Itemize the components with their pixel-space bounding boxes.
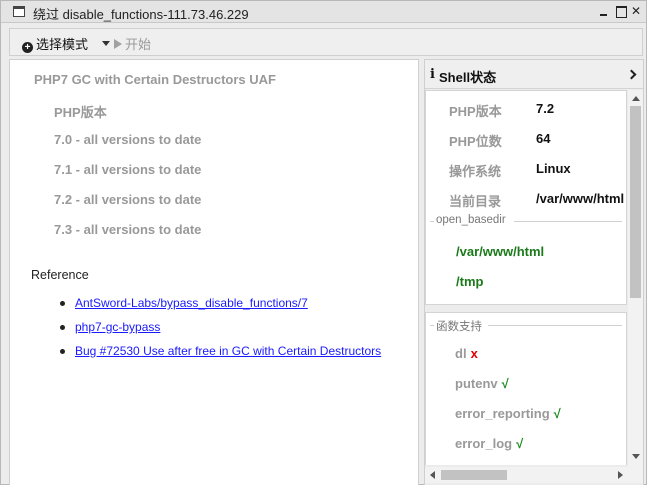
scrollbar-thumb[interactable] [441,470,507,480]
version-item: 7.1 - all versions to date [54,162,202,177]
play-icon [114,39,122,49]
info-value: Linux [536,161,571,176]
info-key: 当前目录 [449,194,502,209]
info-value: 64 [536,131,551,146]
shell-status-body: PHP版本 7.2 PHP位数 64 操作系统 Linux 当前目录 /var/… [425,90,627,465]
select-mode-label: 选择模式 [36,37,89,52]
function-item: error_log √ [455,436,523,451]
bypass-window: 绕过 disable_functions-111.73.46.229 ✕ + 选择… [0,0,647,485]
info-key: PHP版本 [449,104,502,119]
php-version-heading: PHP版本 [54,105,107,120]
chevron-right-icon[interactable] [626,69,637,80]
divider [514,221,622,222]
info-key: PHP位数 [449,134,502,149]
version-item: 7.0 - all versions to date [54,132,202,147]
horizontal-scrollbar[interactable] [425,467,643,483]
function-name: error_log [455,436,513,451]
function-name: putenv [455,376,498,391]
scrollbar-thumb[interactable] [630,106,641,298]
reference-heading: Reference [31,268,89,282]
supported-icon: √ [501,376,509,391]
window-icon [13,6,25,17]
functions-legend: 函数支持 [434,318,484,334]
shell-status-panel: i Shell状态 PHP版本 7.2 PHP位数 64 操作系统 Linux [424,59,644,485]
supported-icon: √ [516,436,524,451]
reference-link[interactable]: AntSword-Labs/bypass_disable_functions/7 [75,296,308,310]
scroll-right-arrow-icon[interactable] [618,471,623,479]
info-value: /var/www/html [536,191,625,206]
info-key: 操作系统 [449,164,502,179]
divider [488,325,622,326]
exploit-title: PHP7 GC with Certain Destructors UAF [34,72,276,87]
reference-link[interactable]: php7-gc-bypass [75,320,160,334]
function-item: putenv √ [455,376,509,391]
window-title: 绕过 disable_functions-111.73.46.229 [33,7,249,22]
shell-status-title: Shell状态 [439,70,497,85]
info-icon: i [430,67,435,82]
function-name: dl [455,346,467,361]
open-basedir-legend: open_basedir [434,214,508,226]
unsupported-icon: x [470,346,478,361]
reference-link[interactable]: Bug #72530 Use after free in GC with Cer… [75,344,381,358]
function-name: error_reporting [455,406,550,421]
version-item: 7.3 - all versions to date [54,222,202,237]
scroll-down-arrow-icon[interactable] [632,454,640,459]
function-item: error_reporting √ [455,406,561,421]
functions-section: 函数支持 dl x putenv √ error_reporting √ error_… [425,312,627,465]
exploit-info-panel: PHP7 GC with Certain Destructors UAF PHP… [9,59,419,485]
vertical-scrollbar[interactable] [628,90,643,467]
open-basedir-path: /tmp [456,274,484,289]
minimize-button[interactable] [597,4,611,18]
chevron-down-icon[interactable] [102,41,110,46]
shell-info-section: PHP版本 7.2 PHP位数 64 操作系统 Linux 当前目录 /var/… [425,90,627,305]
maximize-button[interactable] [614,4,628,18]
select-mode-button[interactable]: + 选择模式 [22,34,88,53]
start-label: 开始 [125,37,152,52]
supported-icon: √ [553,406,561,421]
toolbar: + 选择模式 开始 [9,28,643,56]
start-button[interactable]: 开始 [114,34,151,53]
list-item: Bug #72530 Use after free in GC with Cer… [60,343,381,367]
info-value: 7.2 [536,101,555,116]
close-button[interactable]: ✕ [629,4,643,18]
plus-circle-icon: + [22,42,33,53]
function-item: dl x [455,346,478,361]
reference-list: AntSword-Labs/bypass_disable_functions/7… [60,295,381,367]
scroll-left-arrow-icon[interactable] [430,471,435,479]
scroll-up-arrow-icon[interactable] [632,96,640,101]
list-item: php7-gc-bypass [60,319,381,343]
list-item: AntSword-Labs/bypass_disable_functions/7 [60,295,381,319]
shell-status-header[interactable]: i Shell状态 [425,60,643,89]
version-item: 7.2 - all versions to date [54,192,202,207]
title-bar[interactable]: 绕过 disable_functions-111.73.46.229 ✕ [1,1,646,23]
open-basedir-path: /var/www/html [456,244,545,259]
